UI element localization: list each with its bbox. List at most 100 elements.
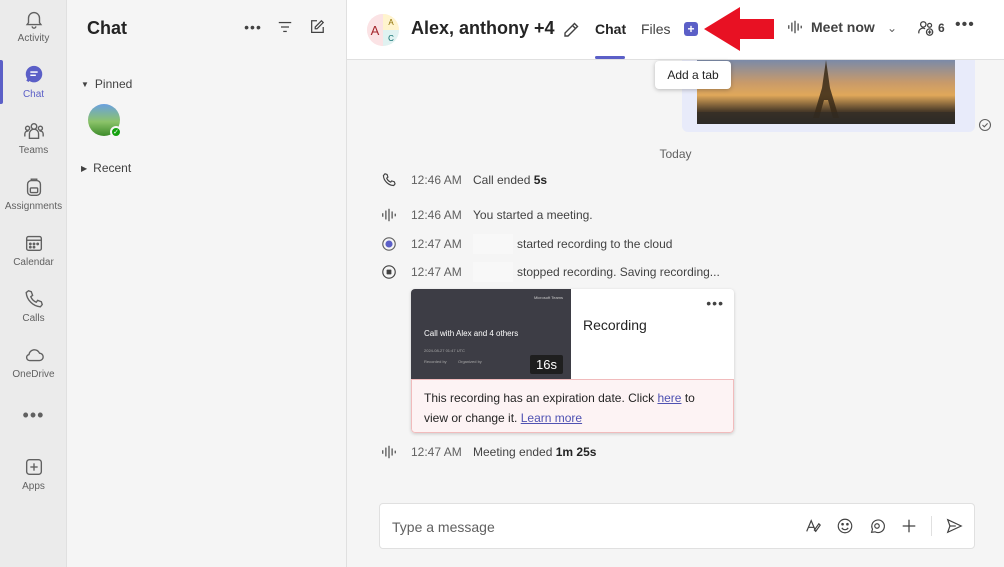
avatar-letter: A [383, 14, 399, 30]
pencil-icon[interactable] [561, 20, 581, 40]
event-text-main: Call ended [473, 173, 534, 187]
recording-duration: 16s [530, 355, 563, 374]
event-text-bold: 5s [533, 173, 548, 187]
recording-more-button[interactable]: ••• [706, 295, 724, 311]
here-link[interactable]: here [657, 391, 681, 405]
caret-right-icon: ▶ [81, 163, 88, 173]
thumb-meta: Organized by [458, 359, 482, 364]
compose-toolbar [803, 516, 964, 536]
rail-label: Assignments [4, 201, 63, 212]
waveform-icon [380, 443, 398, 461]
rail-item-activity[interactable]: Activity [0, 0, 67, 52]
rail-item-assignments[interactable]: Assignments [0, 168, 67, 220]
participant-count: 6 [938, 21, 945, 35]
pinned-chat-avatar[interactable]: ✓ [88, 104, 122, 138]
event-text-main: Meeting ended [473, 445, 556, 459]
rail-item-chat[interactable]: Chat [0, 56, 67, 108]
event-text: You started a meeting. [473, 208, 593, 222]
event-text: Call ended 5s [473, 173, 547, 187]
new-chat-icon[interactable] [308, 18, 326, 36]
chat-title[interactable]: Alex, anthony +4 [411, 18, 555, 39]
rail-label: Teams [18, 145, 49, 156]
seen-check-icon [978, 118, 992, 132]
learn-more-link[interactable]: Learn more [521, 411, 582, 425]
calendar-icon [25, 235, 42, 252]
caret-down-icon: ▼ [81, 79, 89, 89]
event-time: 12:47 AM [411, 237, 462, 251]
message-input[interactable] [392, 516, 792, 538]
meet-now-label: Meet now [811, 19, 875, 35]
event-time: 12:47 AM [411, 265, 462, 279]
rail-label: Activity [17, 33, 50, 44]
eiffel-tower-image[interactable] [697, 60, 955, 124]
event-time: 12:46 AM [411, 208, 462, 222]
notice-text: This recording has an expiration date. C… [424, 391, 658, 405]
chevron-down-icon[interactable]: ⌄ [887, 21, 897, 35]
participants-button[interactable]: 6 [917, 19, 945, 37]
date-divider: Today [659, 147, 692, 161]
meeting-started-event: 12:46 AM You started a meeting. [380, 206, 593, 224]
chat-header: A A C Alex, anthony +4 Chat Files + Meet… [347, 0, 1004, 60]
bell-icon [25, 11, 42, 29]
chat-list-panel: Chat ••• ▼ Pinned ✓ ▶ Recent [67, 0, 347, 567]
call-ended-event: 12:46 AM Call ended 5s [380, 171, 547, 189]
event-text-bold: 1m 25s [555, 445, 597, 459]
thumb-title: Call with Alex and 4 others [424, 329, 519, 338]
panel-title: Chat [87, 18, 127, 38]
rail-item-calendar[interactable]: Calendar [0, 224, 67, 276]
phone-icon [380, 171, 398, 189]
recording-stopped-event: 12:47 AM stopped recording. Saving recor… [380, 262, 720, 282]
expiration-notice: This recording has an expiration date. C… [411, 379, 734, 433]
rail-item-apps[interactable]: Apps [0, 448, 67, 500]
panel-actions: ••• [244, 18, 326, 36]
recording-card[interactable]: Microsoft Teams Call with Alex and 4 oth… [411, 289, 734, 433]
section-recent[interactable]: ▶ Recent [81, 161, 131, 175]
group-avatar[interactable]: A A C [367, 14, 399, 46]
teams-icon [23, 122, 44, 140]
toolbar-divider [931, 516, 932, 536]
thumb-meta: Recorded by [424, 359, 447, 364]
redacted-name [473, 234, 513, 254]
more-options-icon[interactable]: ••• [244, 18, 262, 36]
tab-files[interactable]: Files [641, 21, 671, 37]
section-label: Pinned [94, 77, 133, 91]
more-apps-button[interactable]: ••• [0, 405, 67, 426]
header-more-button[interactable]: ••• [955, 16, 975, 34]
tab-chat[interactable]: Chat [595, 21, 626, 37]
format-icon[interactable] [803, 516, 823, 536]
emoji-icon[interactable] [835, 516, 855, 536]
rail-label: Apps [22, 481, 45, 492]
active-tab-indicator [595, 56, 625, 59]
filter-icon[interactable] [276, 18, 294, 36]
people-icon [918, 21, 934, 36]
recording-thumbnail[interactable]: Microsoft Teams Call with Alex and 4 oth… [411, 289, 571, 379]
event-text: stopped recording. Saving recording... [517, 265, 720, 279]
send-icon[interactable] [944, 516, 964, 536]
tower-silhouette [697, 60, 955, 124]
phone-icon [24, 289, 43, 308]
section-label: Recent [93, 161, 132, 175]
available-status-icon: ✓ [110, 126, 122, 138]
waveform-icon [788, 20, 802, 34]
meet-now-button[interactable]: Meet now [787, 19, 875, 35]
rail-item-teams[interactable]: Teams [0, 112, 67, 164]
waveform-icon [380, 206, 398, 224]
rail-label: Chat [22, 89, 45, 100]
thumb-date: 2024-08-27 01:47 UTC [424, 348, 465, 353]
rail-label: Calendar [13, 257, 54, 268]
meeting-ended-event: 12:47 AM Meeting ended 1m 25s [380, 443, 596, 461]
event-text: started recording to the cloud [517, 237, 673, 251]
loop-icon[interactable] [867, 516, 887, 536]
rail-label: Calls [22, 313, 45, 324]
add-tab-button[interactable]: + [684, 22, 698, 36]
rail-item-calls[interactable]: Calls [0, 280, 67, 332]
section-pinned[interactable]: ▼ Pinned [81, 77, 132, 91]
cloud-icon [25, 349, 44, 362]
avatar-letter: C [383, 30, 399, 46]
plus-icon[interactable] [899, 516, 919, 536]
chat-main: A A C Alex, anthony +4 Chat Files + Meet… [347, 0, 1004, 567]
recording-started-event: 12:47 AM started recording to the cloud [380, 234, 672, 254]
rail-item-onedrive[interactable]: OneDrive [0, 336, 67, 388]
thumb-brand: Microsoft Teams [533, 295, 563, 300]
event-time: 12:46 AM [411, 173, 462, 187]
